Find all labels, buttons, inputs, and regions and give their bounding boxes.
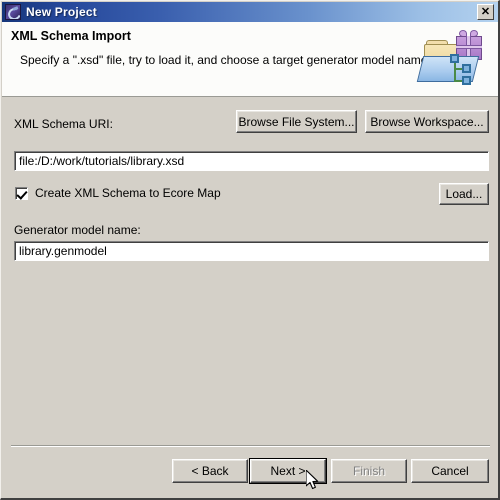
browse-workspace-label: Browse Workspace... <box>370 114 484 129</box>
load-label: Load... <box>445 187 483 201</box>
load-button[interactable]: Load... <box>439 183 489 205</box>
next-label: Next > <box>270 464 306 478</box>
back-button[interactable]: < Back <box>172 459 248 483</box>
back-label: < Back <box>191 464 229 478</box>
folder-gift-model-icon <box>412 26 490 92</box>
xml-schema-uri-input[interactable]: file:/D:/work/tutorials/library.xsd <box>14 151 489 171</box>
button-bar-separator <box>11 445 490 447</box>
browse-file-system-label: Browse File System... <box>238 114 355 129</box>
create-ecore-map-label: Create XML Schema to Ecore Map <box>35 186 221 200</box>
dialog-body: XML Schema URI: Browse File System... Br… <box>2 98 498 498</box>
browse-file-system-button[interactable]: Browse File System... <box>236 110 357 133</box>
finish-label: Finish <box>352 464 385 478</box>
next-button[interactable]: Next > <box>249 458 327 484</box>
title-bar: New Project ✕ <box>2 2 498 22</box>
generator-model-name-label: Generator model name: <box>14 223 141 237</box>
browse-workspace-button[interactable]: Browse Workspace... <box>365 110 489 133</box>
create-ecore-map-checkbox[interactable]: Create XML Schema to Ecore Map <box>15 186 221 200</box>
cancel-button[interactable]: Cancel <box>411 459 489 483</box>
page-title: XML Schema Import <box>11 29 131 43</box>
cancel-label: Cancel <box>431 464 469 478</box>
window-title: New Project <box>26 5 97 19</box>
close-button[interactable]: ✕ <box>477 4 494 20</box>
close-icon: ✕ <box>480 5 491 18</box>
page-description: Specify a ".xsd" file, try to load it, a… <box>20 53 428 67</box>
generator-model-name-input[interactable]: library.genmodel <box>14 241 489 261</box>
eclipse-wizard-icon <box>5 4 21 20</box>
finish-button[interactable]: Finish <box>331 459 407 483</box>
new-project-dialog: New Project ✕ XML Schema Import Specify … <box>0 0 500 500</box>
xml-schema-uri-label: XML Schema URI: <box>14 117 113 131</box>
wizard-header: XML Schema Import Specify a ".xsd" file,… <box>2 22 498 97</box>
checkmark-icon <box>15 186 28 200</box>
